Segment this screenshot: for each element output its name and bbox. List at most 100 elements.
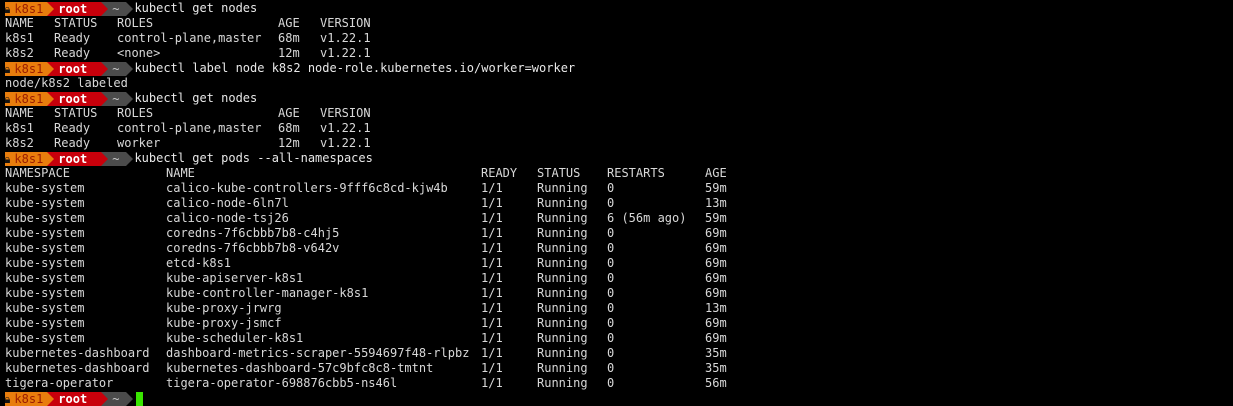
table-cell: 0 xyxy=(607,346,615,360)
table-cell: dashboard-metrics-scraper-5594697f48-rlp… xyxy=(166,346,470,360)
table-cell: 13m xyxy=(705,196,727,210)
table-cell: kube-proxy-jrwrg xyxy=(166,301,282,315)
prompt-host-segment: 🔒︎ k8s1 xyxy=(5,391,55,406)
table-cell: Running xyxy=(537,241,588,255)
table-cell: 0 xyxy=(607,316,615,330)
pod-row: kube-system coredns-7f6cbbb7b8-v642v 1/1 Ru… xyxy=(5,241,1230,256)
column-header: NAME xyxy=(5,106,34,120)
prompt-dir: ~ xyxy=(112,91,120,106)
table-cell: control-plane,master xyxy=(117,31,262,45)
column-header: STATUS xyxy=(537,166,581,180)
column-header: READY xyxy=(481,166,518,180)
prompt-line-active[interactable]: 🔒︎ k8s1 root ~ xyxy=(5,391,1230,406)
prompt-host: k8s1 xyxy=(14,91,44,106)
pods-table: NAMESPACE NAME READY STATUS RESTARTS AGE kube-… xyxy=(5,166,1230,391)
prompt-host: k8s1 xyxy=(14,1,44,16)
column-header: VERSION xyxy=(320,106,371,120)
table-cell: etcd-k8s1 xyxy=(166,256,232,270)
command-text: kubectl get pods --all-namespaces xyxy=(134,151,373,165)
table-cell: 69m xyxy=(705,316,727,330)
command-text: kubectl label node k8s2 node-role.kubern… xyxy=(134,61,576,75)
text-cursor[interactable] xyxy=(136,391,144,406)
table-cell: kube-system xyxy=(5,196,85,210)
lock-icon: 🔒︎ xyxy=(5,1,11,16)
column-header: ROLES xyxy=(117,106,154,120)
column-header: AGE xyxy=(705,166,727,180)
table-cell: 0 xyxy=(607,331,615,345)
table-cell: kube-system xyxy=(5,211,85,225)
table-cell: 1/1 xyxy=(481,211,503,225)
table-cell: kube-system xyxy=(5,286,85,300)
node-row: k8s1 Ready control-plane,master 68m v1.22.1 xyxy=(5,31,1230,46)
table-cell: calico-node-tsj26 xyxy=(166,211,289,225)
table-cell: 6 (56m ago) xyxy=(607,211,687,225)
pod-row: kube-system calico-node-tsj26 1/1 Running 6 … xyxy=(5,211,1230,226)
table-cell: Running xyxy=(537,376,588,390)
table-cell: 1/1 xyxy=(481,361,503,375)
terminal-output[interactable]: 🔒︎ k8s1 root ~ kubectl get nodes NAME STAT… xyxy=(5,1,1230,406)
prompt-host-segment: 🔒︎ k8s1 xyxy=(5,91,55,106)
table-cell: 0 xyxy=(607,376,615,390)
table-cell: 0 xyxy=(607,196,615,210)
prompt-user-segment: root xyxy=(47,61,109,76)
table-cell: 1/1 xyxy=(481,376,503,390)
table-cell: kube-system xyxy=(5,241,85,255)
lock-icon: 🔒︎ xyxy=(5,391,11,406)
table-cell: kube-controller-manager-k8s1 xyxy=(166,286,369,300)
table-cell: 35m xyxy=(705,346,727,360)
table-cell: Ready xyxy=(54,136,91,150)
table-cell: tigera-operator xyxy=(5,376,114,390)
table-cell: Running xyxy=(537,361,588,375)
table-cell: 68m xyxy=(278,121,300,135)
prompt-user: root xyxy=(58,91,88,106)
prompt-host-segment: 🔒︎ k8s1 xyxy=(5,151,55,166)
prompt-line: 🔒︎ k8s1 root ~ kubectl get nodes xyxy=(5,91,1230,106)
table-cell: v1.22.1 xyxy=(320,46,371,60)
pod-row: kube-system calico-node-6ln7l 1/1 Running 0 1… xyxy=(5,196,1230,211)
table-cell: 69m xyxy=(705,226,727,240)
command-text: kubectl get nodes xyxy=(134,91,258,105)
column-header: NAMESPACE xyxy=(5,166,71,180)
table-cell: Ready xyxy=(54,46,91,60)
pod-row: kube-system kube-scheduler-k8s1 1/1 Running… xyxy=(5,331,1230,346)
pod-row: tigera-operator tigera-operator-698876cbb… xyxy=(5,376,1230,391)
pod-row: kube-system calico-kube-controllers-9fff6… xyxy=(5,181,1230,196)
table-cell: kube-system xyxy=(5,316,85,330)
table-cell: calico-kube-controllers-9fff6c8cd-kjw4b xyxy=(166,181,448,195)
prompt-user: root xyxy=(58,1,88,16)
table-cell: 1/1 xyxy=(481,301,503,315)
prompt-user-segment: root xyxy=(47,391,109,406)
table-cell: kube-system xyxy=(5,226,85,240)
shell-prompt: 🔒︎ k8s1 root ~ xyxy=(5,61,134,76)
table-cell: kubernetes-dashboard xyxy=(5,346,150,360)
pod-row: kube-system kube-apiserver-k8s1 1/1 Running… xyxy=(5,271,1230,286)
pod-row: kube-system kube-proxy-jsmcf 1/1 Running 0 69… xyxy=(5,316,1230,331)
prompt-host-segment: 🔒︎ k8s1 xyxy=(5,61,55,76)
table-cell: kubernetes-dashboard-57c9bfc8c8-tmtnt xyxy=(166,361,434,375)
table-cell: 69m xyxy=(705,331,727,345)
table-cell: 0 xyxy=(607,181,615,195)
table-cell: 1/1 xyxy=(481,316,503,330)
table-cell: Running xyxy=(537,196,588,210)
table-cell: 56m xyxy=(705,376,727,390)
table-header-row: NAME STATUS ROLES AGE VERSION xyxy=(5,106,1230,121)
table-cell: 0 xyxy=(607,226,615,240)
table-cell: v1.22.1 xyxy=(320,136,371,150)
prompt-host: k8s1 xyxy=(14,151,44,166)
table-cell: 1/1 xyxy=(481,286,503,300)
table-cell: 12m xyxy=(278,46,300,60)
table-cell: k8s1 xyxy=(5,31,34,45)
table-cell: k8s2 xyxy=(5,136,34,150)
table-cell: 1/1 xyxy=(481,196,503,210)
table-cell: Running xyxy=(537,226,588,240)
table-cell: 12m xyxy=(278,136,300,150)
column-header: NAME xyxy=(166,166,195,180)
shell-prompt: 🔒︎ k8s1 root ~ xyxy=(5,391,134,406)
prompt-dir: ~ xyxy=(112,391,120,406)
table-cell: coredns-7f6cbbb7b8-v642v xyxy=(166,241,340,255)
table-cell: 1/1 xyxy=(481,226,503,240)
lock-icon: 🔒︎ xyxy=(5,91,11,106)
table-cell: 69m xyxy=(705,286,727,300)
table-cell: kube-system xyxy=(5,256,85,270)
lock-icon: 🔒︎ xyxy=(5,61,11,76)
